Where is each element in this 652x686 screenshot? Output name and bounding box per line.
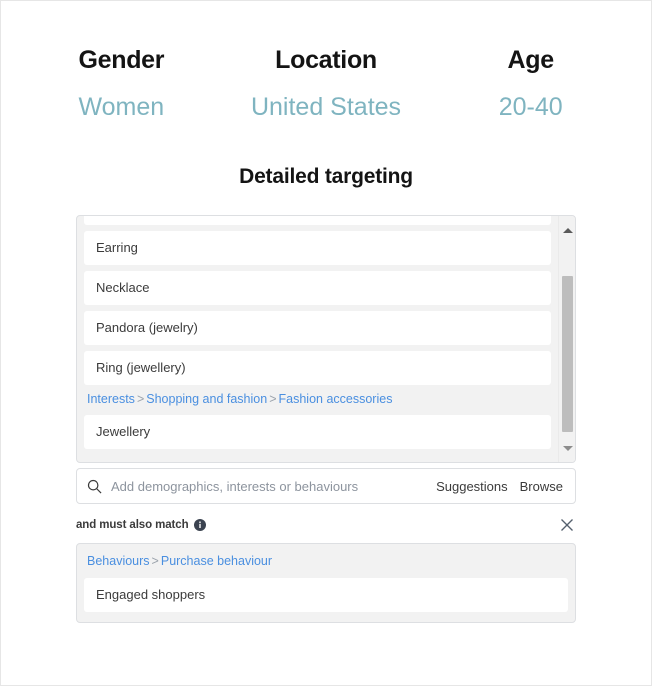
breadcrumb: Behaviours > Purchase behaviour [84,551,568,573]
audience-summary: Gender Women Location United States Age … [1,1,651,123]
summary-age-value: 20-40 [498,93,563,121]
list-item[interactable]: Earring [84,231,551,265]
breadcrumb-part-fashion-accessories[interactable]: Fashion accessories [279,392,393,406]
summary-gender-label: Gender [78,46,165,74]
breadcrumb-part-shopping-and-fashion[interactable]: Shopping and fashion [146,392,267,406]
list-item[interactable]: Necklace [84,271,551,305]
close-icon[interactable] [558,516,576,534]
info-icon[interactable] [193,519,206,531]
suggestions-button[interactable]: Suggestions [436,479,508,494]
breadcrumb-part-purchase-behaviour[interactable]: Purchase behaviour [161,554,272,568]
browse-button[interactable]: Browse [520,479,563,494]
targeting-search-bar[interactable]: Suggestions Browse [76,468,576,504]
breadcrumb-part-behaviours[interactable]: Behaviours [87,554,150,568]
breadcrumb-part-interests[interactable]: Interests [87,392,135,406]
breadcrumb-separator: > [269,392,277,406]
page-title: Detailed targeting [239,165,413,188]
must-also-match-label: and must also match [76,519,189,531]
list-item[interactable]: Pandora (jewelry) [84,311,551,345]
summary-age: Age 20-40 [428,43,633,123]
breadcrumb: Interests > Shopping and fashion > Fashion a… [84,385,551,409]
summary-age-label: Age [507,46,555,74]
targeting-panel: Gender Women Location United States Age … [0,0,652,686]
breadcrumb-separator: > [151,554,159,568]
list-item[interactable]: Jewellery [84,415,551,449]
must-also-match-row: and must also match [76,516,576,534]
summary-location: Location United States [224,43,429,123]
search-icon [87,479,102,494]
triangle-down-icon [562,445,573,451]
scrollbar-thumb[interactable] [562,276,573,432]
triangle-up-icon [562,227,573,233]
list-item[interactable]: Engaged shoppers [84,578,568,612]
targeting-listbox[interactable]: Earring Necklace Pandora (jewelry) Ring … [76,215,576,463]
summary-gender-value: Women [78,93,165,121]
breadcrumb-separator: > [136,392,145,406]
scroll-up-arrow-icon[interactable] [559,222,575,238]
detailed-targeting-card: Earring Necklace Pandora (jewelry) Ring … [76,215,576,623]
targeting-list: Earring Necklace Pandora (jewelry) Ring … [77,216,558,462]
scrollbar[interactable] [558,216,575,462]
must-also-match-card: Behaviours > Purchase behaviour Engaged sh… [76,543,576,623]
summary-gender: Gender Women [19,43,224,123]
search-input[interactable] [111,478,437,494]
list-item-partial[interactable] [84,216,551,225]
list-item[interactable]: Ring (jewellery) [84,351,551,385]
summary-location-label: Location [275,46,377,74]
search-actions: Suggestions Browse [436,479,563,494]
summary-location-value: United States [250,93,402,121]
scroll-down-arrow-icon[interactable] [559,440,575,456]
